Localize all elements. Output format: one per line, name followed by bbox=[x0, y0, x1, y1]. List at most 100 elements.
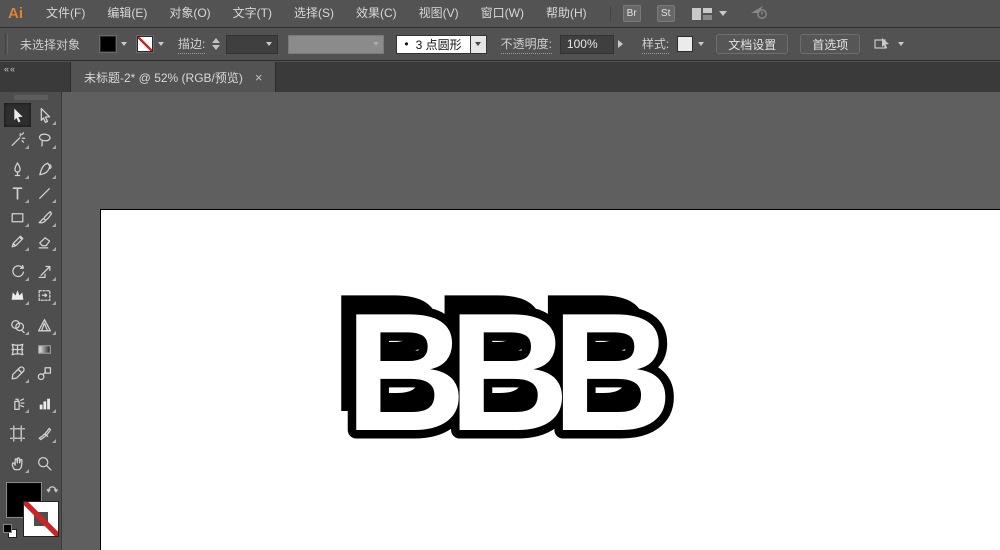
blend-icon bbox=[36, 365, 53, 382]
align-panel-control[interactable] bbox=[874, 36, 904, 52]
brush-definition-value: 3 点圆形 bbox=[416, 36, 462, 53]
controlbar-grip[interactable] bbox=[5, 34, 8, 54]
rectangle-icon bbox=[9, 209, 26, 226]
gradient-icon bbox=[36, 341, 53, 358]
tool-lasso[interactable] bbox=[31, 127, 58, 151]
document-setup-button[interactable]: 文档设置 bbox=[716, 34, 788, 54]
brush-definition-dropdown[interactable]: • 3 点圆形 bbox=[396, 35, 470, 54]
menu-item-view[interactable]: 视图(V) bbox=[408, 0, 470, 27]
scale-icon bbox=[36, 263, 53, 280]
stroke-weight-label[interactable]: 描边: bbox=[178, 35, 205, 54]
tool-rotate[interactable] bbox=[4, 259, 31, 283]
stroke-color-control[interactable] bbox=[137, 36, 164, 52]
width-profile-dropdown bbox=[288, 35, 384, 54]
tools-panel bbox=[0, 92, 62, 550]
default-fill-stroke-icon[interactable] bbox=[3, 524, 17, 538]
preferences-button[interactable]: 首选项 bbox=[800, 34, 860, 54]
menu-item-file[interactable]: 文件(F) bbox=[35, 0, 96, 27]
tool-eraser[interactable] bbox=[31, 229, 58, 253]
tool-magic-wand[interactable] bbox=[4, 127, 31, 151]
brush-chevron-button[interactable] bbox=[471, 35, 487, 54]
stroke-color-indicator[interactable] bbox=[24, 502, 58, 536]
document-tab-title: 未标题-2* @ 52% (RGB/预览) bbox=[84, 69, 243, 86]
type-icon bbox=[9, 185, 26, 202]
fill-chevron-icon[interactable] bbox=[121, 42, 127, 46]
tool-pencil[interactable] bbox=[4, 229, 31, 253]
selection-icon bbox=[9, 107, 26, 124]
opacity-label[interactable]: 不透明度: bbox=[501, 35, 552, 54]
fill-stroke-cluster bbox=[0, 481, 62, 545]
panel-collapse-icon[interactable]: «« bbox=[4, 64, 16, 74]
tool-direct-selection[interactable] bbox=[31, 103, 58, 127]
stroke-chevron-icon[interactable] bbox=[158, 42, 164, 46]
free-transform-icon bbox=[36, 287, 53, 304]
tool-eyedropper[interactable] bbox=[4, 361, 31, 385]
menu-item-window[interactable]: 窗口(W) bbox=[470, 0, 535, 27]
shape-builder-icon bbox=[9, 317, 26, 334]
tool-width[interactable] bbox=[4, 283, 31, 307]
tool-shape-builder[interactable] bbox=[4, 313, 31, 337]
tool-paintbrush[interactable] bbox=[31, 205, 58, 229]
mesh-icon bbox=[9, 341, 26, 358]
symbol-sprayer-icon bbox=[9, 395, 26, 412]
menu-item-help[interactable]: 帮助(H) bbox=[535, 0, 598, 27]
ink-pen-icon bbox=[36, 161, 53, 178]
bridge-button[interactable]: Br bbox=[623, 5, 641, 22]
stroke-weight-chevron-icon[interactable] bbox=[266, 42, 272, 46]
fill-color-control[interactable] bbox=[100, 36, 127, 52]
workspace-layout-icon[interactable] bbox=[691, 7, 713, 21]
workspace-chevron-icon[interactable] bbox=[719, 11, 727, 16]
menu-item-select[interactable]: 选择(S) bbox=[283, 0, 345, 27]
tool-line[interactable] bbox=[31, 181, 58, 205]
tool-gradient[interactable] bbox=[31, 337, 58, 361]
document-tab[interactable]: 未标题-2* @ 52% (RGB/预览) × bbox=[70, 62, 276, 92]
menu-item-object[interactable]: 对象(O) bbox=[158, 0, 221, 27]
tool-artboard[interactable] bbox=[4, 421, 31, 445]
cs-live-icon[interactable] bbox=[749, 4, 769, 23]
tool-hand[interactable] bbox=[4, 451, 31, 475]
menu-item-type[interactable]: 文字(T) bbox=[222, 0, 283, 27]
stepper-down-icon[interactable] bbox=[212, 45, 220, 50]
menu-bar: Ai 文件(F)编辑(E)对象(O)文字(T)选择(S)效果(C)视图(V)窗口… bbox=[0, 0, 1000, 28]
tools-grid bbox=[0, 103, 61, 475]
tool-scale[interactable] bbox=[31, 259, 58, 283]
tool-rectangle[interactable] bbox=[4, 205, 31, 229]
opacity-expand-button[interactable] bbox=[614, 35, 628, 54]
tool-ink-pen[interactable] bbox=[31, 157, 58, 181]
canvas-pasteboard[interactable]: BBB BBB bbox=[62, 92, 1000, 550]
tool-slice[interactable] bbox=[31, 421, 58, 445]
opacity-input[interactable]: 100% bbox=[560, 35, 614, 54]
menu-item-effect[interactable]: 效果(C) bbox=[345, 0, 408, 27]
swap-fill-stroke-icon[interactable] bbox=[46, 482, 59, 497]
tool-selection[interactable] bbox=[4, 103, 31, 127]
stroke-weight-dropdown[interactable] bbox=[226, 35, 278, 54]
stroke-weight-stepper[interactable] bbox=[212, 38, 220, 50]
tool-perspective-grid[interactable] bbox=[31, 313, 58, 337]
tool-zoom[interactable] bbox=[31, 451, 58, 475]
tool-mesh[interactable] bbox=[4, 337, 31, 361]
none-slash-icon bbox=[24, 502, 58, 536]
style-label[interactable]: 样式: bbox=[642, 35, 669, 54]
stock-button[interactable]: St bbox=[657, 5, 675, 22]
tool-symbol-sprayer[interactable] bbox=[4, 391, 31, 415]
tab-close-icon[interactable]: × bbox=[255, 71, 263, 84]
tool-blend[interactable] bbox=[31, 361, 58, 385]
width-profile-chevron-icon bbox=[373, 42, 379, 46]
tool-column-graph[interactable] bbox=[31, 391, 58, 415]
menu-item-edit[interactable]: 编辑(E) bbox=[96, 0, 158, 27]
fill-swatch[interactable] bbox=[100, 36, 116, 52]
style-swatch[interactable] bbox=[677, 36, 693, 52]
tool-free-transform[interactable] bbox=[31, 283, 58, 307]
tool-type[interactable] bbox=[4, 181, 31, 205]
style-chevron-icon[interactable] bbox=[698, 42, 704, 46]
control-bar: 未选择对象 描边: • 3 点圆形 不透明度: 100% 样式: 文档设置 首选… bbox=[0, 28, 1000, 61]
tools-panel-grip[interactable] bbox=[14, 95, 48, 100]
stepper-up-icon[interactable] bbox=[212, 38, 220, 43]
tool-pen[interactable] bbox=[4, 157, 31, 181]
zoom-icon bbox=[36, 455, 53, 472]
stroke-none-swatch[interactable] bbox=[137, 36, 153, 52]
rotate-icon bbox=[9, 263, 26, 280]
eyedropper-icon bbox=[9, 365, 26, 382]
document-tab-bar: «« 未标题-2* @ 52% (RGB/预览) × bbox=[0, 62, 1000, 92]
brush-bullet: • bbox=[404, 37, 408, 51]
